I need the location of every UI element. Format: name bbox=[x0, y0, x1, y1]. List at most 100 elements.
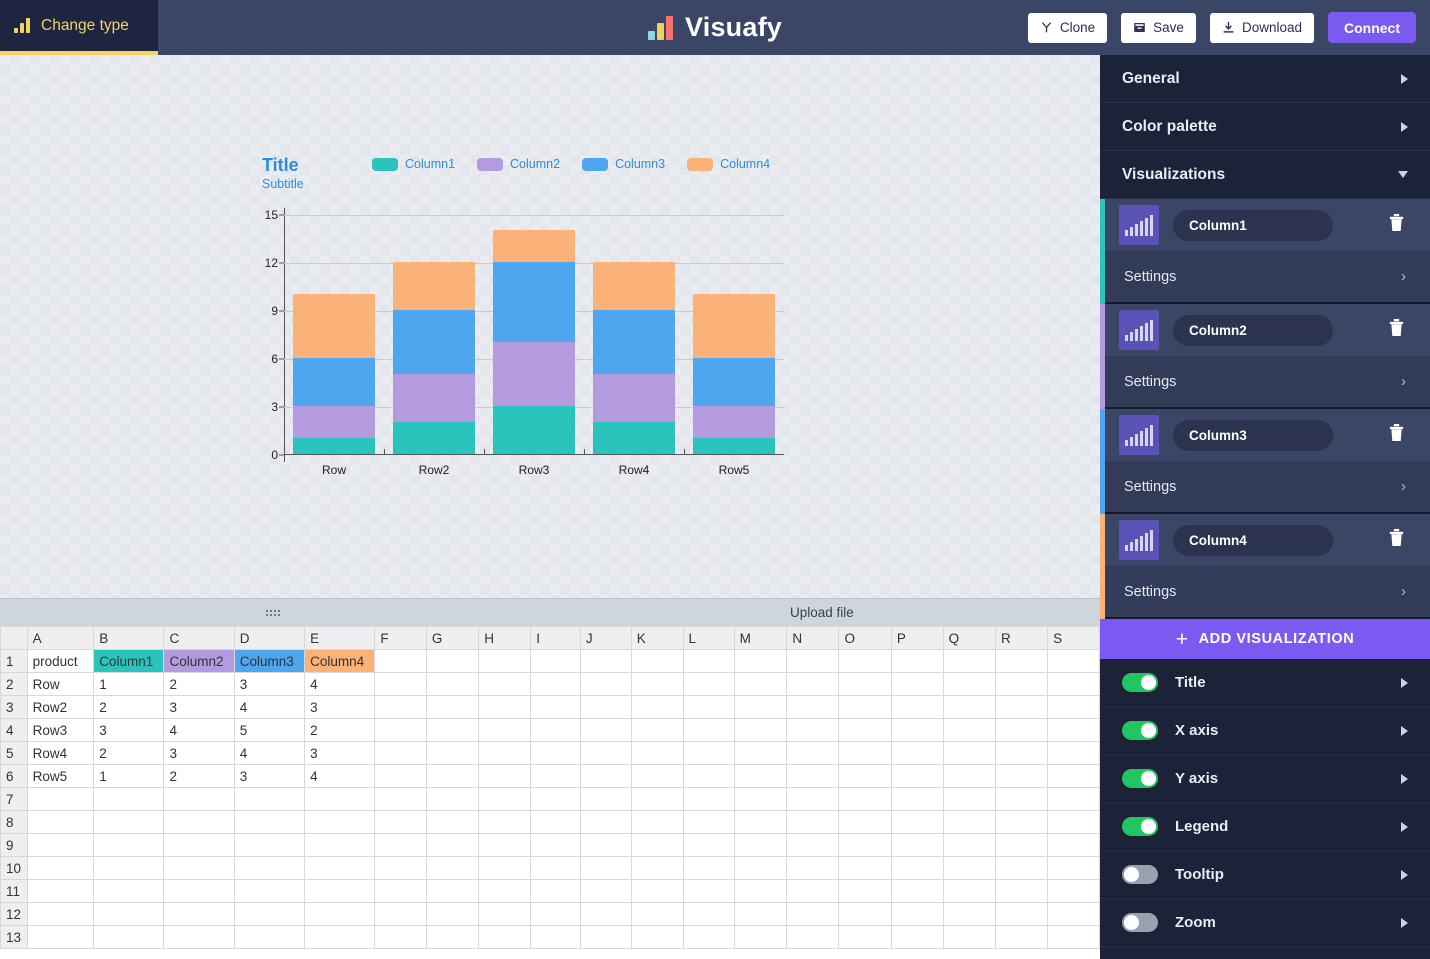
cell-M11[interactable] bbox=[733, 879, 788, 903]
cell-N1[interactable] bbox=[786, 649, 840, 673]
row-header-1[interactable]: 1 bbox=[0, 649, 28, 673]
cell-Q3[interactable] bbox=[942, 695, 996, 719]
cell-C12[interactable] bbox=[163, 902, 235, 926]
cell-E4[interactable]: 2 bbox=[304, 718, 376, 742]
cell-L2[interactable] bbox=[682, 672, 735, 696]
stacked-bar[interactable] bbox=[593, 262, 675, 454]
cell-C8[interactable] bbox=[163, 810, 235, 834]
cell-B9[interactable] bbox=[93, 833, 165, 857]
stacked-bar[interactable] bbox=[493, 230, 575, 454]
column-header-D[interactable]: D bbox=[233, 626, 306, 650]
cell-M8[interactable] bbox=[733, 810, 788, 834]
cell-L6[interactable] bbox=[682, 764, 735, 788]
cell-O1[interactable] bbox=[838, 649, 892, 673]
cell-C7[interactable] bbox=[163, 787, 235, 811]
cell-F13[interactable] bbox=[374, 925, 427, 949]
cell-G10[interactable] bbox=[425, 856, 480, 880]
cell-J5[interactable] bbox=[579, 741, 632, 765]
cell-K11[interactable] bbox=[630, 879, 684, 903]
cell-Q6[interactable] bbox=[942, 764, 996, 788]
visualization-name-input[interactable]: Column1 bbox=[1173, 209, 1333, 241]
bar-segment[interactable] bbox=[593, 422, 675, 454]
download-button[interactable]: Download bbox=[1209, 12, 1314, 43]
cell-D9[interactable] bbox=[233, 833, 306, 857]
cell-M6[interactable] bbox=[733, 764, 788, 788]
cell-Q9[interactable] bbox=[942, 833, 996, 857]
row-header-5[interactable]: 5 bbox=[0, 741, 28, 765]
cell-D5[interactable]: 4 bbox=[233, 741, 306, 765]
cell-A10[interactable] bbox=[26, 856, 95, 880]
cell-A4[interactable]: Row3 bbox=[26, 718, 95, 742]
legend-item[interactable]: Column2 bbox=[477, 157, 560, 171]
cell-H7[interactable] bbox=[478, 787, 532, 811]
cell-P12[interactable] bbox=[890, 902, 944, 926]
cell-F6[interactable] bbox=[374, 764, 427, 788]
cell-M2[interactable] bbox=[733, 672, 788, 696]
option-row-title[interactable]: Title bbox=[1100, 659, 1430, 707]
table-row[interactable]: 3 Row2 2 3 4 3 bbox=[0, 695, 1100, 719]
cell-O4[interactable] bbox=[838, 718, 892, 742]
column-header-N[interactable]: N bbox=[786, 626, 840, 650]
cell-J10[interactable] bbox=[579, 856, 632, 880]
column-header-P[interactable]: P bbox=[890, 626, 944, 650]
table-row[interactable]: 4 Row3 3 4 5 2 bbox=[0, 718, 1100, 742]
cell-A6[interactable]: Row5 bbox=[26, 764, 95, 788]
cell-C6[interactable]: 2 bbox=[163, 764, 235, 788]
cell-F7[interactable] bbox=[374, 787, 427, 811]
cell-G3[interactable] bbox=[425, 695, 480, 719]
cell-G11[interactable] bbox=[425, 879, 480, 903]
legend-item[interactable]: Column1 bbox=[372, 157, 455, 171]
bar-segment[interactable] bbox=[293, 406, 375, 438]
cell-L10[interactable] bbox=[682, 856, 735, 880]
cell-M10[interactable] bbox=[733, 856, 788, 880]
cell-A11[interactable] bbox=[26, 879, 95, 903]
column-header-O[interactable]: O bbox=[838, 626, 892, 650]
cell-R3[interactable] bbox=[994, 695, 1049, 719]
cell-O5[interactable] bbox=[838, 741, 892, 765]
table-row[interactable]: 5 Row4 2 3 4 3 bbox=[0, 741, 1100, 765]
cell-B4[interactable]: 3 bbox=[93, 718, 165, 742]
toggle-y-axis[interactable] bbox=[1122, 769, 1158, 788]
cell-D6[interactable]: 3 bbox=[233, 764, 306, 788]
column-header-G[interactable]: G bbox=[425, 626, 480, 650]
stacked-bar[interactable] bbox=[293, 294, 375, 454]
bar-segment[interactable] bbox=[593, 262, 675, 310]
connect-button[interactable]: Connect bbox=[1328, 12, 1416, 43]
cell-F4[interactable] bbox=[374, 718, 427, 742]
cell-G6[interactable] bbox=[425, 764, 480, 788]
cell-D10[interactable] bbox=[233, 856, 306, 880]
cell-Q1[interactable] bbox=[942, 649, 996, 673]
row-header-13[interactable]: 13 bbox=[0, 925, 28, 949]
cell-I2[interactable] bbox=[530, 672, 581, 696]
cell-S8[interactable] bbox=[1047, 810, 1100, 834]
column-header-A[interactable]: A bbox=[26, 626, 95, 650]
cell-S3[interactable] bbox=[1047, 695, 1100, 719]
toggle-x-axis[interactable] bbox=[1122, 721, 1158, 740]
cell-H4[interactable] bbox=[478, 718, 532, 742]
cell-K1[interactable] bbox=[630, 649, 684, 673]
cell-R12[interactable] bbox=[994, 902, 1049, 926]
cell-C3[interactable]: 3 bbox=[163, 695, 235, 719]
cell-G4[interactable] bbox=[425, 718, 480, 742]
panel-splitter[interactable]: Upload file bbox=[0, 598, 1100, 626]
cell-M7[interactable] bbox=[733, 787, 788, 811]
visualization-name-input[interactable]: Column4 bbox=[1173, 524, 1333, 556]
row-header-12[interactable]: 12 bbox=[0, 902, 28, 926]
cell-H2[interactable] bbox=[478, 672, 532, 696]
cell-J3[interactable] bbox=[579, 695, 632, 719]
cell-P2[interactable] bbox=[890, 672, 944, 696]
table-row[interactable]: 13 bbox=[0, 925, 1100, 949]
cell-N10[interactable] bbox=[786, 856, 840, 880]
cell-L9[interactable] bbox=[682, 833, 735, 857]
cell-Q7[interactable] bbox=[942, 787, 996, 811]
cell-I9[interactable] bbox=[530, 833, 581, 857]
bar-chart-icon[interactable] bbox=[1119, 415, 1159, 455]
bar-segment[interactable] bbox=[393, 262, 475, 310]
column-header-M[interactable]: M bbox=[733, 626, 788, 650]
section-color-palette[interactable]: Color palette bbox=[1100, 103, 1430, 151]
cell-E6[interactable]: 4 bbox=[304, 764, 376, 788]
cell-S6[interactable] bbox=[1047, 764, 1100, 788]
cell-G5[interactable] bbox=[425, 741, 480, 765]
cell-M3[interactable] bbox=[733, 695, 788, 719]
option-row-tooltip[interactable]: Tooltip bbox=[1100, 851, 1430, 899]
